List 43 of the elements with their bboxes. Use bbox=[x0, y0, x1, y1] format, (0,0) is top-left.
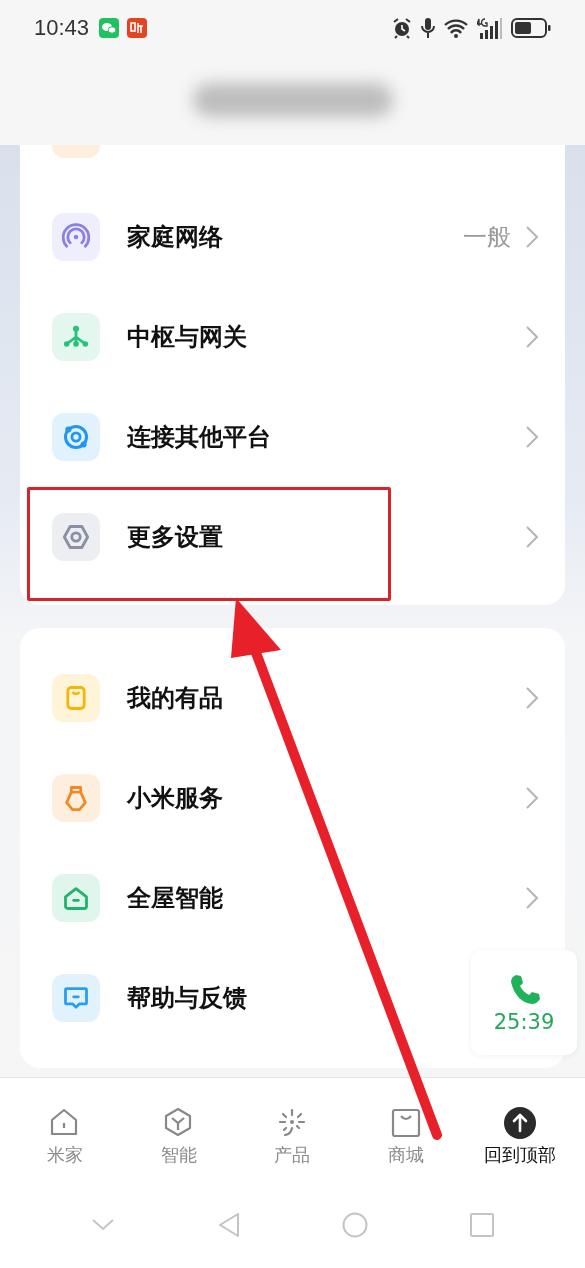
back-icon[interactable] bbox=[216, 1211, 241, 1239]
chevron-right-icon bbox=[525, 886, 539, 910]
chevron-right-icon bbox=[525, 525, 539, 549]
arrow-up-icon bbox=[504, 1107, 537, 1139]
settings-icon bbox=[52, 513, 100, 561]
chevron-down-icon[interactable] bbox=[90, 1218, 115, 1232]
chat-app-icon bbox=[99, 17, 120, 38]
item-value: 一般 bbox=[463, 222, 511, 253]
menu-item[interactable]: 全屋智能 bbox=[20, 848, 565, 948]
recents-icon[interactable] bbox=[470, 1213, 495, 1237]
chevron-right-icon bbox=[525, 686, 539, 710]
menu-item[interactable]: 更多设置 bbox=[20, 487, 565, 587]
signal-icon bbox=[477, 16, 503, 39]
chat-bubble-icon bbox=[52, 974, 100, 1022]
hub-icon bbox=[52, 313, 100, 361]
wifi-icon bbox=[443, 16, 469, 39]
battery-icon bbox=[511, 16, 551, 39]
nav-tab[interactable]: 智能 bbox=[126, 1107, 232, 1167]
menu-item[interactable]: 我的有品 bbox=[20, 648, 565, 748]
microphone-icon bbox=[421, 16, 435, 39]
menu-item[interactable]: 连接其他平台 bbox=[20, 387, 565, 487]
bag-icon bbox=[52, 674, 100, 722]
orbit-icon bbox=[52, 413, 100, 461]
tie-icon bbox=[52, 774, 100, 822]
nav-tab[interactable]: 商城 bbox=[353, 1107, 459, 1167]
call-duration: 25:39 bbox=[493, 1009, 555, 1034]
signal-rings-icon bbox=[52, 213, 100, 261]
chevron-right-icon bbox=[525, 425, 539, 449]
alarm-icon bbox=[391, 16, 413, 39]
chevron-right-icon bbox=[525, 786, 539, 810]
house-icon bbox=[52, 874, 100, 922]
menu-item[interactable]: 家庭网络 一般 bbox=[20, 187, 565, 287]
shopping-bag-icon bbox=[390, 1107, 423, 1139]
menu-item[interactable]: 中枢与网关 bbox=[20, 287, 565, 387]
home-circle-icon[interactable] bbox=[342, 1212, 369, 1238]
menu-item[interactable]: 小米服务 bbox=[20, 748, 565, 848]
nav-tab[interactable]: 回到顶部 bbox=[467, 1107, 573, 1167]
nav-tab[interactable]: 产品 bbox=[240, 1107, 345, 1167]
app-notification-icon bbox=[127, 17, 148, 38]
status-time: 10:43 bbox=[34, 14, 90, 41]
nav-tab[interactable]: 米家 bbox=[12, 1107, 118, 1167]
chevron-right-icon bbox=[525, 325, 539, 349]
chevron-right-icon bbox=[525, 225, 539, 249]
